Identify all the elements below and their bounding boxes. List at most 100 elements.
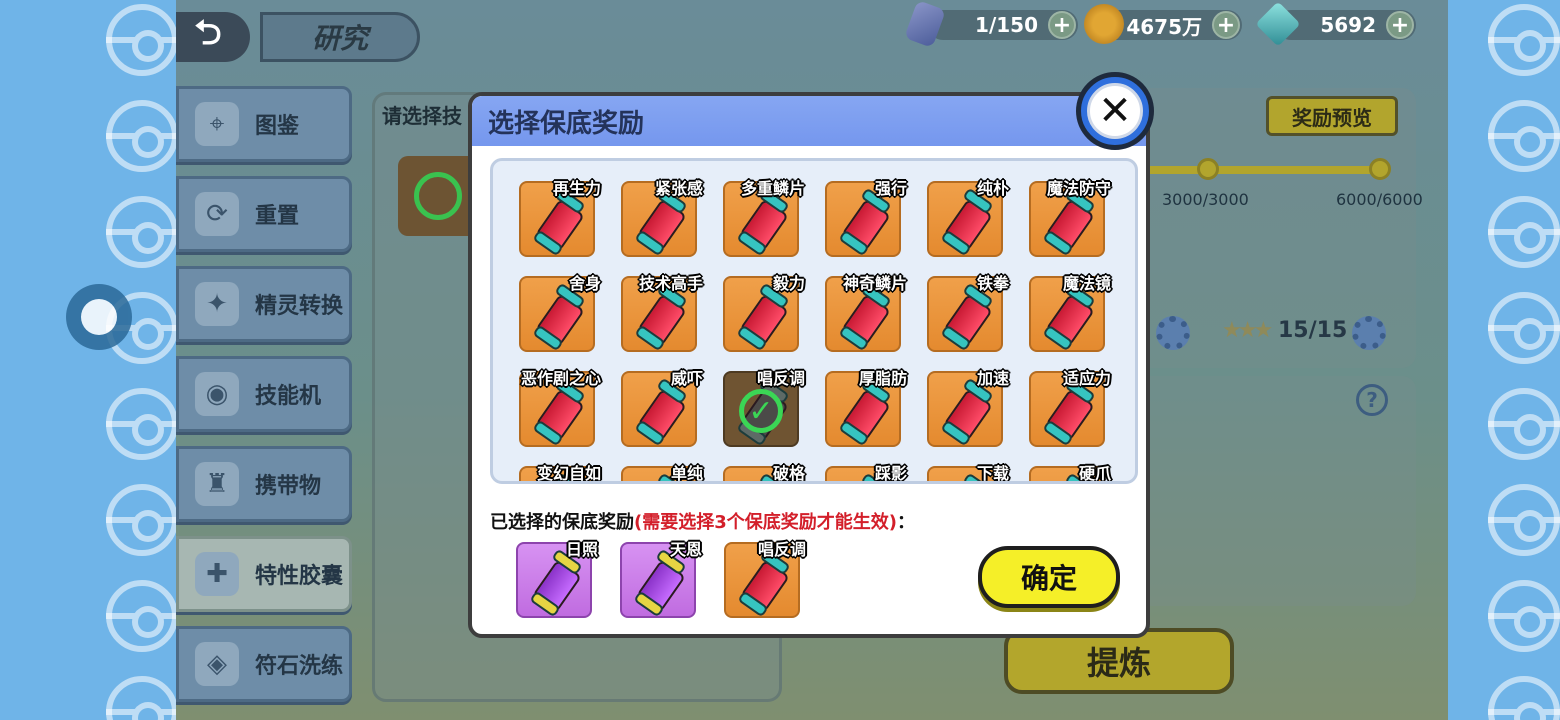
ability-capsule-option[interactable]: 强行: [825, 175, 907, 257]
ability-capsule-option[interactable]: 舍身: [519, 270, 601, 352]
floating-assistive-button[interactable]: [66, 284, 132, 350]
pokeball-pattern-icon: [1488, 4, 1560, 76]
star-count: 15/15: [1278, 318, 1348, 343]
sidebar-item[interactable]: ✚ 特性胶囊: [176, 536, 352, 612]
pokeball-pattern-icon: [1488, 484, 1560, 556]
capsule-name: 纯朴: [976, 179, 1009, 198]
pokeball-pattern-icon: [1488, 292, 1560, 364]
ability-capsule-option[interactable]: 天恩: [620, 536, 702, 618]
ability-capsule-option[interactable]: 纯朴: [927, 175, 1009, 257]
ability-capsule-option[interactable]: 适应力: [1029, 365, 1111, 447]
add-diamond-button[interactable]: +: [1386, 11, 1414, 39]
capsule-icon: [737, 548, 791, 618]
sidebar-item-label: 技能机: [255, 384, 322, 409]
capsule-name: 魔法防守: [1046, 179, 1111, 198]
capsule-name: 破格: [772, 464, 805, 483]
gear-icon[interactable]: [1352, 316, 1386, 350]
capsule-icon: [1042, 187, 1096, 257]
select-prompt: 请选择技: [382, 104, 462, 128]
capsule-name: 技术高手: [638, 274, 703, 293]
pokeball-pattern-icon: [106, 484, 176, 556]
ability-capsule-option[interactable]: 下载: [927, 460, 1009, 481]
ability-capsule-option[interactable]: 紧张感: [621, 175, 703, 257]
capsule-name: 下载: [976, 464, 1009, 483]
back-button[interactable]: ⮌: [176, 12, 250, 62]
ability-capsule-option[interactable]: 破格: [723, 460, 805, 481]
capsule-name: 适应力: [1062, 369, 1111, 388]
capsule-name: 唱反调: [756, 369, 805, 388]
capsule-name: 紧张感: [654, 179, 703, 198]
disc-icon: ◉: [195, 372, 239, 416]
pokeball-pattern-icon: [106, 4, 176, 76]
ability-capsule-option[interactable]: 加速: [927, 365, 1009, 447]
capsule-name: 铁拳: [976, 274, 1009, 293]
capsule-icon: [758, 472, 790, 481]
ability-capsule-option[interactable]: 神奇鳞片: [825, 270, 907, 352]
selected-label-text: 已选择的保底奖励: [490, 512, 634, 533]
capsule-icon: [962, 472, 994, 481]
pokeball-pattern-icon: [1488, 388, 1560, 460]
capsule-name: 神奇鳞片: [842, 274, 907, 293]
ability-capsule-option[interactable]: 唱反调: [724, 536, 806, 618]
ability-capsule-option[interactable]: 硬爪: [1029, 460, 1111, 481]
capsule-name: 威吓: [670, 369, 703, 388]
ability-capsule-option[interactable]: 恶作剧之心: [519, 365, 601, 447]
capsule-icon: [940, 377, 994, 447]
ticket-counter: 1/150 +: [904, 0, 1078, 48]
ability-capsule-option[interactable]: 变幻自如: [519, 460, 601, 481]
ability-capsule-option[interactable]: 再生力: [519, 175, 601, 257]
capsule-icon: [634, 377, 688, 447]
ability-capsule-option[interactable]: 技术高手: [621, 270, 703, 352]
left-border-pattern: [0, 0, 176, 720]
reward-options-grid[interactable]: 再生力 紧张感 多重鳞片 强行 纯朴 魔法防守舍身 技术高手 毅力 神奇鳞片 铁拳 魔法镜恶作剧之心…: [490, 158, 1138, 484]
close-icon: ✕: [1087, 83, 1143, 139]
capsule-icon: [838, 377, 892, 447]
confirm-button[interactable]: 确定: [978, 546, 1120, 608]
sidebar-item[interactable]: ✦ 精灵转换: [176, 266, 352, 342]
coin-counter: 4675万 +: [1084, 4, 1242, 44]
ability-capsule-option[interactable]: 威吓: [621, 365, 703, 447]
capsule-icon: [736, 282, 790, 352]
capsule-icon: [532, 187, 586, 257]
ability-capsule-option[interactable]: 多重鳞片: [723, 175, 805, 257]
progress-label: 3000/3000: [1162, 190, 1249, 209]
pokemon-silhouette-icon: ✦: [195, 282, 239, 326]
ticket-value: 1/150: [975, 13, 1038, 37]
sidebar-item[interactable]: ◉ 技能机: [176, 356, 352, 432]
pokeball-pattern-icon: [1488, 580, 1560, 652]
capsule-icon: ✚: [195, 552, 239, 596]
pokeball-pattern-icon: [106, 196, 176, 268]
ability-capsule-option[interactable]: 毅力: [723, 270, 805, 352]
diamond-icon: [1255, 1, 1301, 47]
capsule-icon: [838, 282, 892, 352]
ability-capsule-option[interactable]: 厚脂肪: [825, 365, 907, 447]
capsule-name: 加速: [976, 369, 1009, 388]
capsule-name: 单纯: [670, 464, 703, 483]
ability-capsule-option[interactable]: 日照: [516, 536, 598, 618]
pokeball-pattern-icon: [1488, 676, 1560, 720]
add-ticket-button[interactable]: +: [1048, 11, 1076, 39]
gear-icon[interactable]: [1156, 316, 1190, 350]
add-coin-button[interactable]: +: [1212, 11, 1240, 39]
sidebar-item-label: 特性胶囊: [255, 564, 344, 589]
pokeball-pattern-icon: [106, 580, 176, 652]
sidebar-item[interactable]: ⌖ 图鉴: [176, 86, 352, 162]
selected-label-colon: ：: [896, 512, 915, 533]
help-icon[interactable]: ?: [1356, 384, 1388, 416]
capsule-icon: [940, 282, 994, 352]
ability-capsule-option[interactable]: 魔法镜: [1029, 270, 1111, 352]
capsule-name: 厚脂肪: [858, 369, 907, 388]
ability-capsule-option[interactable]: 踩影: [825, 460, 907, 481]
close-button[interactable]: ✕: [1076, 72, 1154, 150]
sidebar-item[interactable]: ⟳ 重置: [176, 176, 352, 252]
sidebar-item[interactable]: ◈ 符石洗练: [176, 626, 352, 702]
capsule-icon: [532, 377, 586, 447]
ability-capsule-option[interactable]: 单纯: [621, 460, 703, 481]
capsule-icon: [1042, 377, 1096, 447]
sidebar-item[interactable]: ♜ 携带物: [176, 446, 352, 522]
dialog-title: 选择保底奖励: [472, 96, 1146, 146]
ability-capsule-option[interactable]: 铁拳: [927, 270, 1009, 352]
reward-preview-button[interactable]: 奖励预览: [1266, 96, 1398, 136]
ability-capsule-option[interactable]: 唱反调 ✓: [723, 365, 805, 447]
ability-capsule-option[interactable]: 魔法防守: [1029, 175, 1111, 257]
